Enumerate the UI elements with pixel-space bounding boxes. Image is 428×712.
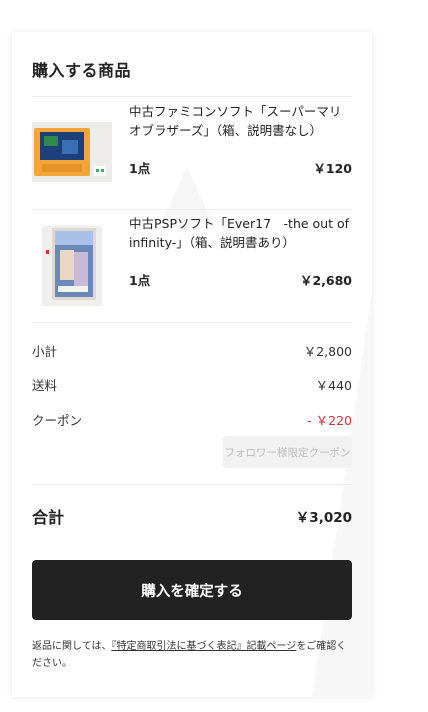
coupon-discount-value: - ￥220	[307, 413, 352, 428]
cart-item: 中古PSPソフト「Ever17 -the out of infinity-」（箱…	[32, 210, 352, 322]
section-title: 購入する商品	[32, 61, 132, 80]
order-summary-card: 購入する商品 中古ファミコンソフト「スーパーマリオブラザーズ」（箱、説明書なし）…	[12, 32, 372, 697]
return-policy-notice: 返品に関しては、『特定商取引法に基づく表記』記載ページをご確認ください。	[32, 638, 354, 672]
follower-coupon-button[interactable]: フォロワー様限定クーポン	[223, 436, 352, 468]
shipping-value: ￥440	[315, 378, 352, 393]
subtotal-label: 小計	[32, 344, 58, 359]
psp-game-case-image	[42, 226, 102, 306]
total-label: 合計	[32, 508, 65, 527]
item-price: ￥2,680	[299, 273, 352, 288]
coupon-label: クーポン	[32, 413, 83, 428]
shipping-row: 送料 ￥440	[32, 375, 352, 395]
item-price: ￥120	[313, 161, 352, 176]
legal-notation-link[interactable]: 『特定商取引法に基づく表記』記載ページ	[112, 641, 297, 652]
shipping-label: 送料	[32, 378, 58, 393]
confirm-purchase-button[interactable]: 購入を確定する	[32, 560, 352, 620]
subtotal-value: ￥2,800	[303, 344, 352, 359]
notice-prefix: 返品に関しては、	[32, 641, 112, 652]
divider	[32, 96, 352, 97]
divider	[32, 484, 352, 485]
divider	[32, 322, 352, 323]
item-quantity: 1点	[129, 161, 151, 176]
subtotal-row: 小計 ￥2,800	[32, 341, 352, 361]
item-name: 中古PSPソフト「Ever17 -the out of infinity-」（箱…	[129, 216, 350, 250]
famicom-cartridge-image	[32, 122, 112, 182]
item-name: 中古ファミコンソフト「スーパーマリオブラザーズ」（箱、説明書なし）	[129, 104, 342, 138]
coupon-row: クーポン - ￥220	[32, 410, 352, 430]
total-value: ￥3,020	[295, 510, 352, 526]
item-quantity: 1点	[129, 273, 151, 288]
cart-item: 中古ファミコンソフト「スーパーマリオブラザーズ」（箱、説明書なし） 1点 ￥12…	[32, 98, 352, 210]
